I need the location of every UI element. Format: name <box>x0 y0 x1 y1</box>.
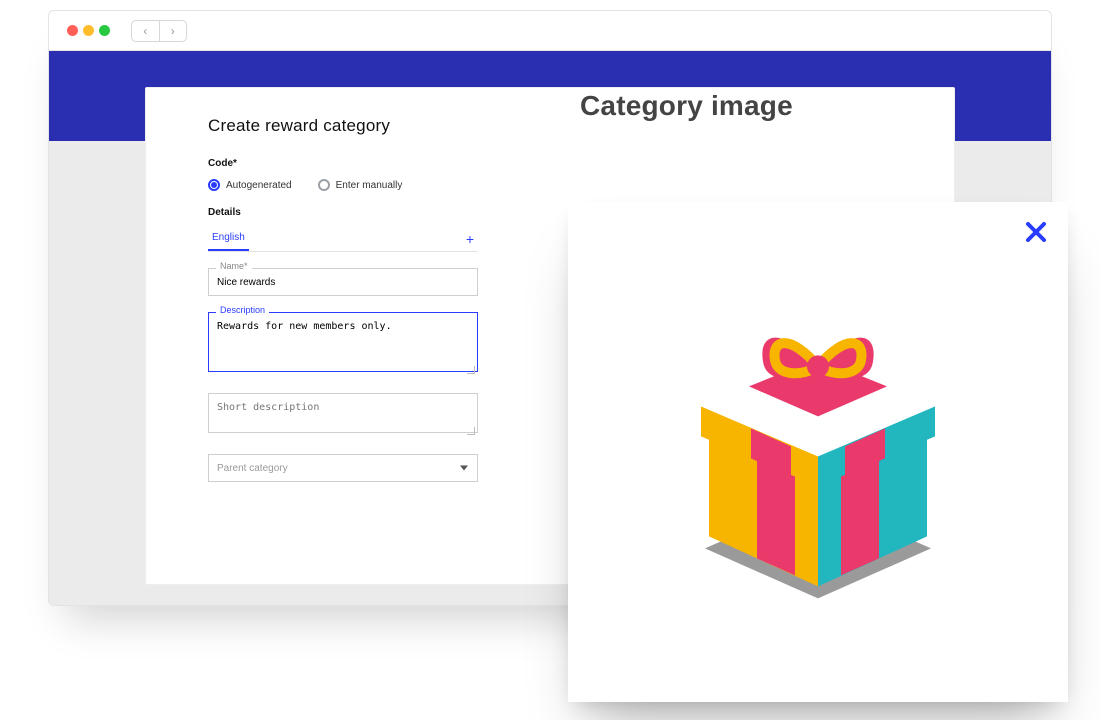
gift-box-icon <box>663 286 973 631</box>
resize-handle-icon[interactable] <box>467 366 475 374</box>
radio-label: Enter manually <box>336 180 403 191</box>
name-input[interactable] <box>208 268 478 296</box>
parent-category-select[interactable] <box>208 454 478 482</box>
name-field: Name* <box>208 268 478 296</box>
nav-buttons: ‹ › <box>131 20 187 42</box>
tab-english[interactable]: English <box>208 226 249 251</box>
nav-back-button[interactable]: ‹ <box>132 21 159 41</box>
add-language-button[interactable]: + <box>462 229 478 249</box>
radio-label: Autogenerated <box>226 180 292 191</box>
chevron-right-icon: › <box>171 24 175 38</box>
name-field-label: Name* <box>216 261 252 271</box>
title-bar: ‹ › <box>49 11 1051 51</box>
code-label: Code* <box>208 158 668 169</box>
nav-forward-button[interactable]: › <box>159 21 187 41</box>
short-description-textarea[interactable] <box>208 393 478 433</box>
description-field-label: Description <box>216 305 269 315</box>
chevron-down-icon <box>460 466 468 471</box>
window-minimize-dot[interactable] <box>83 25 94 36</box>
short-description-field <box>208 393 478 438</box>
close-button[interactable] <box>1024 220 1048 244</box>
window-close-dot[interactable] <box>67 25 78 36</box>
close-icon <box>1024 220 1048 244</box>
description-textarea[interactable] <box>208 312 478 372</box>
resize-handle-icon[interactable] <box>467 427 475 435</box>
description-field: Description <box>208 312 478 377</box>
radio-autogenerated[interactable]: Autogenerated <box>208 179 292 191</box>
radio-off-icon <box>318 179 330 191</box>
window-zoom-dot[interactable] <box>99 25 110 36</box>
chevron-left-icon: ‹ <box>143 24 147 38</box>
radio-enter-manually[interactable]: Enter manually <box>318 179 403 191</box>
parent-category-field[interactable] <box>208 454 478 482</box>
radio-on-icon <box>208 179 220 191</box>
code-radio-group: Autogenerated Enter manually <box>208 179 668 191</box>
category-image-modal <box>568 202 1068 702</box>
language-tabs: English + <box>208 226 478 252</box>
category-image-heading: Category image <box>580 90 1000 122</box>
